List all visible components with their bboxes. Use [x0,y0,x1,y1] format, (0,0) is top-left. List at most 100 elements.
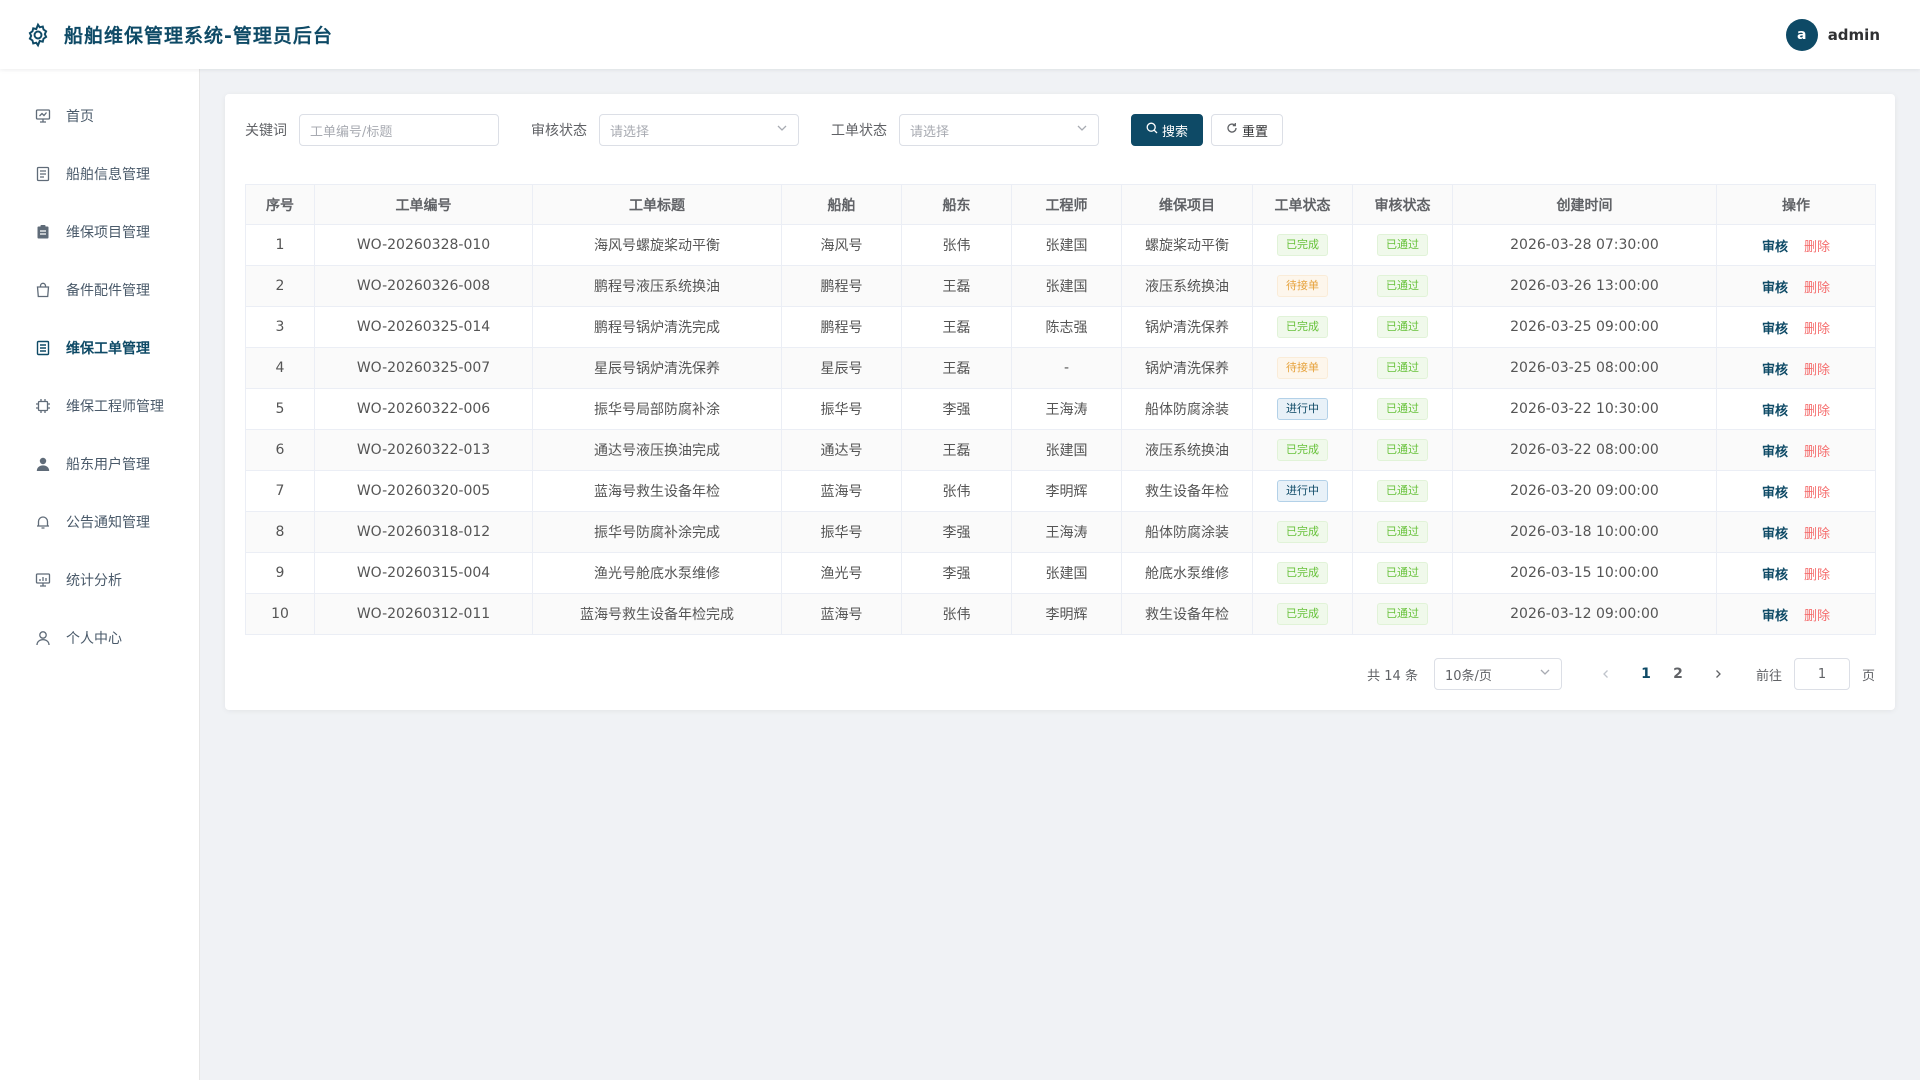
table-header-row: 序号 工单编号 工单标题 船舶 船东 工程师 维保项目 工单状态 审核状态 创建时间 操作 [245,184,1876,225]
pagination: 共 14 条 10条/页 12 前往 1 页 [1367,658,1875,690]
delete-button[interactable]: 删除 [1804,281,1830,296]
sidebar-item-7[interactable]: 公告通知管理 [0,493,199,551]
user-filled-icon [34,455,52,473]
audit-badge: 已通过 [1377,562,1428,584]
page-size-select[interactable]: 10条/页 [1433,658,1562,690]
cell-owner: 李强 [901,552,1012,594]
audit-button[interactable]: 审核 [1762,527,1788,542]
sidebar-item-1[interactable]: 船舶信息管理 [0,145,199,203]
user-menu[interactable]: a admin [1785,18,1880,51]
cell-actions: 审核 删除 [1716,265,1876,307]
delete-button[interactable]: 删除 [1804,486,1830,501]
goto-page-input[interactable]: 1 [1793,658,1850,690]
delete-button[interactable]: 删除 [1804,404,1830,419]
audit-button[interactable]: 审核 [1762,445,1788,460]
next-page-button[interactable] [1702,658,1734,690]
audit-button[interactable]: 审核 [1762,404,1788,419]
cell-engineer: 李明辉 [1011,593,1122,635]
cell-ship: 星辰号 [781,347,902,389]
cell-code: WO-20260325-014 [314,306,533,348]
order-status-placeholder: 请选择 [910,124,950,140]
cell-owner: 王磊 [901,306,1012,348]
sidebar: 首页 船舶信息管理 维保项目管理 备件配件管理 维保工单管理 维保工程师管理船东用户管理公… [0,69,200,1080]
page-suffix: 页 [1861,668,1875,684]
sidebar-item-6[interactable]: 船东用户管理 [0,435,199,493]
search-button[interactable]: 搜索 [1131,114,1204,146]
audit-button[interactable]: 审核 [1762,240,1788,255]
sidebar-item-3[interactable]: 备件配件管理 [0,261,199,319]
reset-button[interactable]: 重置 [1211,114,1284,146]
audit-button[interactable]: 审核 [1762,363,1788,378]
audit-button[interactable]: 审核 [1762,486,1788,501]
cell-audit: 已通过 [1352,470,1453,512]
status-badge: 进行中 [1277,480,1328,502]
cell-created: 2026-03-25 09:00:00 [1452,306,1717,348]
cell-ship: 渔光号 [781,552,902,594]
sidebar-item-4[interactable]: 维保工单管理 [0,319,199,377]
cell-audit: 已通过 [1352,388,1453,430]
delete-button[interactable]: 删除 [1804,240,1830,255]
cell-audit: 已通过 [1352,306,1453,348]
monitor-icon [34,107,52,125]
cell-created: 2026-03-12 09:00:00 [1452,593,1717,635]
shopping-bag-icon [34,281,52,299]
avatar[interactable]: a [1785,18,1818,51]
sidebar-item-label: 统计分析 [66,573,122,589]
cell-owner: 王磊 [901,347,1012,389]
filter-bar: 关键词 工单编号/标题 审核状态 请选择 工单状态 请选择 搜索 重置 [245,114,1875,146]
audit-button[interactable]: 审核 [1762,568,1788,583]
delete-button[interactable]: 删除 [1804,363,1830,378]
audit-button[interactable]: 审核 [1762,322,1788,337]
sidebar-item-0[interactable]: 首页 [0,87,199,145]
table-row: 2 WO-20260326-008 鹏程号液压系统换油 鹏程号 王磊 张建国 液压系统换油 待… [245,265,1876,307]
cell-title: 渔光号舱底水泵维修 [532,552,782,594]
page-number-button[interactable]: 2 [1662,658,1694,690]
cell-audit: 已通过 [1352,224,1453,266]
delete-button[interactable]: 删除 [1804,445,1830,460]
cell-engineer: 张建国 [1011,552,1122,594]
prev-page-button[interactable] [1590,658,1622,690]
cell-actions: 审核 删除 [1716,306,1876,348]
sidebar-item-label: 个人中心 [66,631,122,647]
table-row: 4 WO-20260325-007 星辰号锅炉清洗保养 星辰号 王磊 - 锅炉清洗保养 待接单… [245,347,1876,389]
bell-icon [34,513,52,531]
cell-engineer: 张建国 [1011,224,1122,266]
sidebar-item-2[interactable]: 维保项目管理 [0,203,199,261]
sidebar-item-5[interactable]: 维保工程师管理 [0,377,199,435]
total-count: 共 14 条 [1367,668,1418,684]
audit-badge: 已通过 [1377,316,1428,338]
cell-project: 液压系统换油 [1121,265,1253,307]
cell-no: 6 [245,429,315,471]
delete-button[interactable]: 删除 [1804,609,1830,624]
cell-created: 2026-03-28 07:30:00 [1452,224,1717,266]
cell-title: 蓝海号救生设备年检完成 [532,593,782,635]
column-header: 创建时间 [1452,184,1717,225]
cell-no: 5 [245,388,315,430]
cell-ship: 蓝海号 [781,470,902,512]
cell-title: 星辰号锅炉清洗保养 [532,347,782,389]
audit-badge: 已通过 [1377,357,1428,379]
chevron-down-icon [776,122,788,138]
cell-no: 2 [245,265,315,307]
cell-no: 8 [245,511,315,553]
delete-button[interactable]: 删除 [1804,322,1830,337]
audit-button[interactable]: 审核 [1762,281,1788,296]
keyword-input[interactable]: 工单编号/标题 [299,114,499,146]
delete-button[interactable]: 删除 [1804,527,1830,542]
column-header: 操作 [1716,184,1876,225]
audit-status-select[interactable]: 请选择 [599,114,799,146]
username[interactable]: admin [1828,26,1880,44]
sidebar-item-9[interactable]: 个人中心 [0,609,199,667]
sidebar-item-label: 船东用户管理 [66,457,150,473]
cell-title: 振华号局部防腐补涂 [532,388,782,430]
order-status-select[interactable]: 请选择 [899,114,1099,146]
cell-actions: 审核 删除 [1716,224,1876,266]
sidebar-item-8[interactable]: 统计分析 [0,551,199,609]
delete-button[interactable]: 删除 [1804,568,1830,583]
column-header: 工单编号 [314,184,533,225]
status-badge: 进行中 [1277,398,1328,420]
page-number-button[interactable]: 1 [1630,658,1662,690]
audit-button[interactable]: 审核 [1762,609,1788,624]
cell-audit: 已通过 [1352,265,1453,307]
cell-created: 2026-03-22 08:00:00 [1452,429,1717,471]
